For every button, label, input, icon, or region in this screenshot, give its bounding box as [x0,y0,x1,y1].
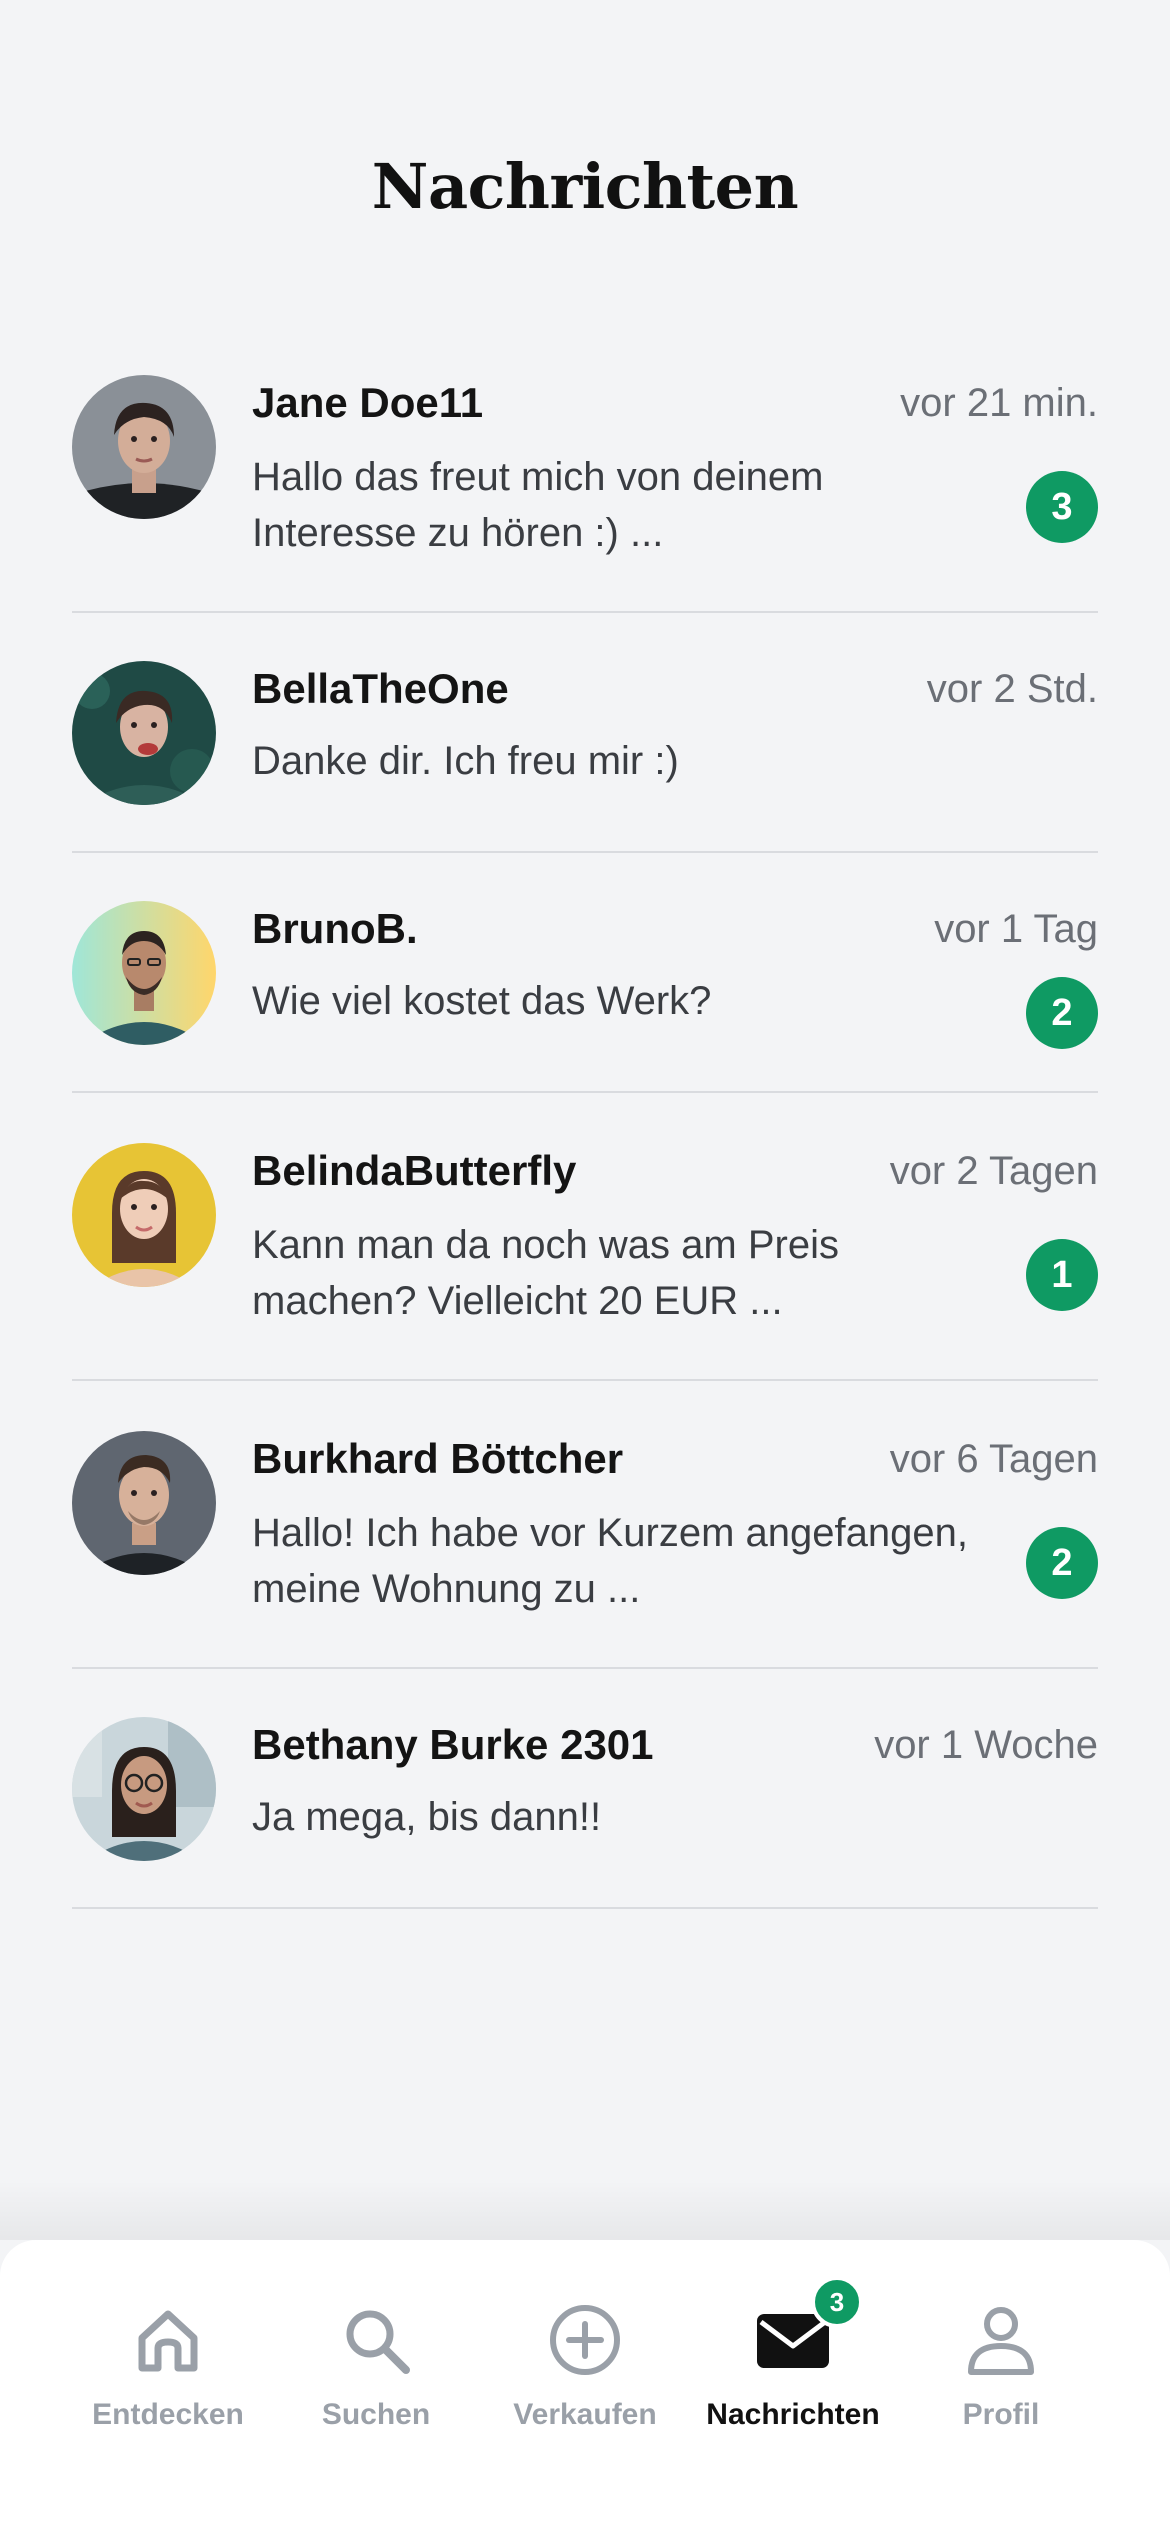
conversation-name: Burkhard Böttcher [252,1435,624,1482]
tab-label: Verkaufen [513,2398,657,2431]
tab-label: Profil [962,2398,1040,2431]
tab-nachrichten[interactable]: 3 Nachrichten [693,2276,893,2470]
conversation-time: vor 1 Tag [934,907,1098,951]
bottom-tab-bar: Entdecken Suchen Verkaufen 3 Nachrichten… [0,2240,1170,2532]
conversation-name: Jane Doe11 [252,379,484,426]
conversation-list: Jane Doe11 vor 21 min. Hallo das freut m… [72,325,1098,1909]
tab-suchen[interactable]: Suchen [276,2300,476,2470]
conversation-item[interactable]: BelindaButterfly vor 2 Tagen Kann man da… [72,1093,1098,1381]
conversation-time: vor 21 min. [900,381,1098,425]
tab-bar-shadow [0,2180,1170,2240]
avatar [72,661,216,805]
conversation-time: vor 6 Tagen [889,1437,1098,1481]
conversation-time: vor 2 Tagen [889,1149,1098,1193]
avatar [72,1717,216,1861]
plus-circle-icon [545,2300,625,2380]
messages-screen: Nachrichten Jane Doe11 vor 21 min. Hallo… [0,0,1170,2532]
conversation-preview: Wie viel kostet das Werk? [252,979,712,1023]
conversation-preview: Kann man da noch was am Preis machen? Vi… [252,1223,839,1323]
conversation-item[interactable]: Jane Doe11 vor 21 min. Hallo das freut m… [72,325,1098,613]
conversation-name: BellaTheOne [252,665,509,712]
tab-profil[interactable]: Profil [901,2300,1101,2470]
unread-badge: 2 [1026,977,1098,1049]
conversation-preview: Ja mega, bis dann!! [252,1795,602,1839]
conversation-time: vor 1 Woche [874,1723,1098,1767]
conversation-name: BrunoB. [252,905,418,952]
conversation-item[interactable]: BrunoB. vor 1 Tag Wie viel kostet das We… [72,853,1098,1093]
avatar [72,901,216,1045]
avatar [72,375,216,519]
conversation-preview: Hallo das freut mich von deinem Interess… [252,455,824,555]
avatar [72,1431,216,1575]
conversation-item[interactable]: Burkhard Böttcher vor 6 Tagen Hallo! Ich… [72,1381,1098,1669]
tab-label: Nachrichten [706,2398,880,2431]
unread-badge: 2 [1026,1527,1098,1599]
tab-entdecken[interactable]: Entdecken [68,2300,268,2470]
user-icon [961,2300,1041,2380]
page-title: Nachrichten [371,150,799,223]
conversation-preview: Hallo! Ich habe vor Kurzem angefangen, m… [252,1511,968,1611]
conversation-time: vor 2 Std. [926,667,1098,711]
search-icon [336,2300,416,2380]
avatar [72,1143,216,1287]
conversation-item[interactable]: Bethany Burke 2301 vor 1 Woche Ja mega, … [72,1669,1098,1909]
tab-label: Entdecken [92,2398,244,2431]
unread-badge: 3 [1026,471,1098,543]
conversation-preview: Danke dir. Ich freu mir :) [252,739,679,783]
conversation-item[interactable]: BellaTheOne vor 2 Std. Danke dir. Ich fr… [72,613,1098,853]
tab-label: Suchen [321,2398,431,2431]
home-icon [128,2300,208,2380]
conversation-name: BelindaButterfly [252,1147,577,1194]
notification-badge: 3 [811,2276,863,2328]
conversation-name: Bethany Burke 2301 [252,1721,654,1768]
mail-icon: 3 [753,2276,863,2380]
unread-badge: 1 [1026,1239,1098,1311]
tab-verkaufen[interactable]: Verkaufen [485,2300,685,2470]
